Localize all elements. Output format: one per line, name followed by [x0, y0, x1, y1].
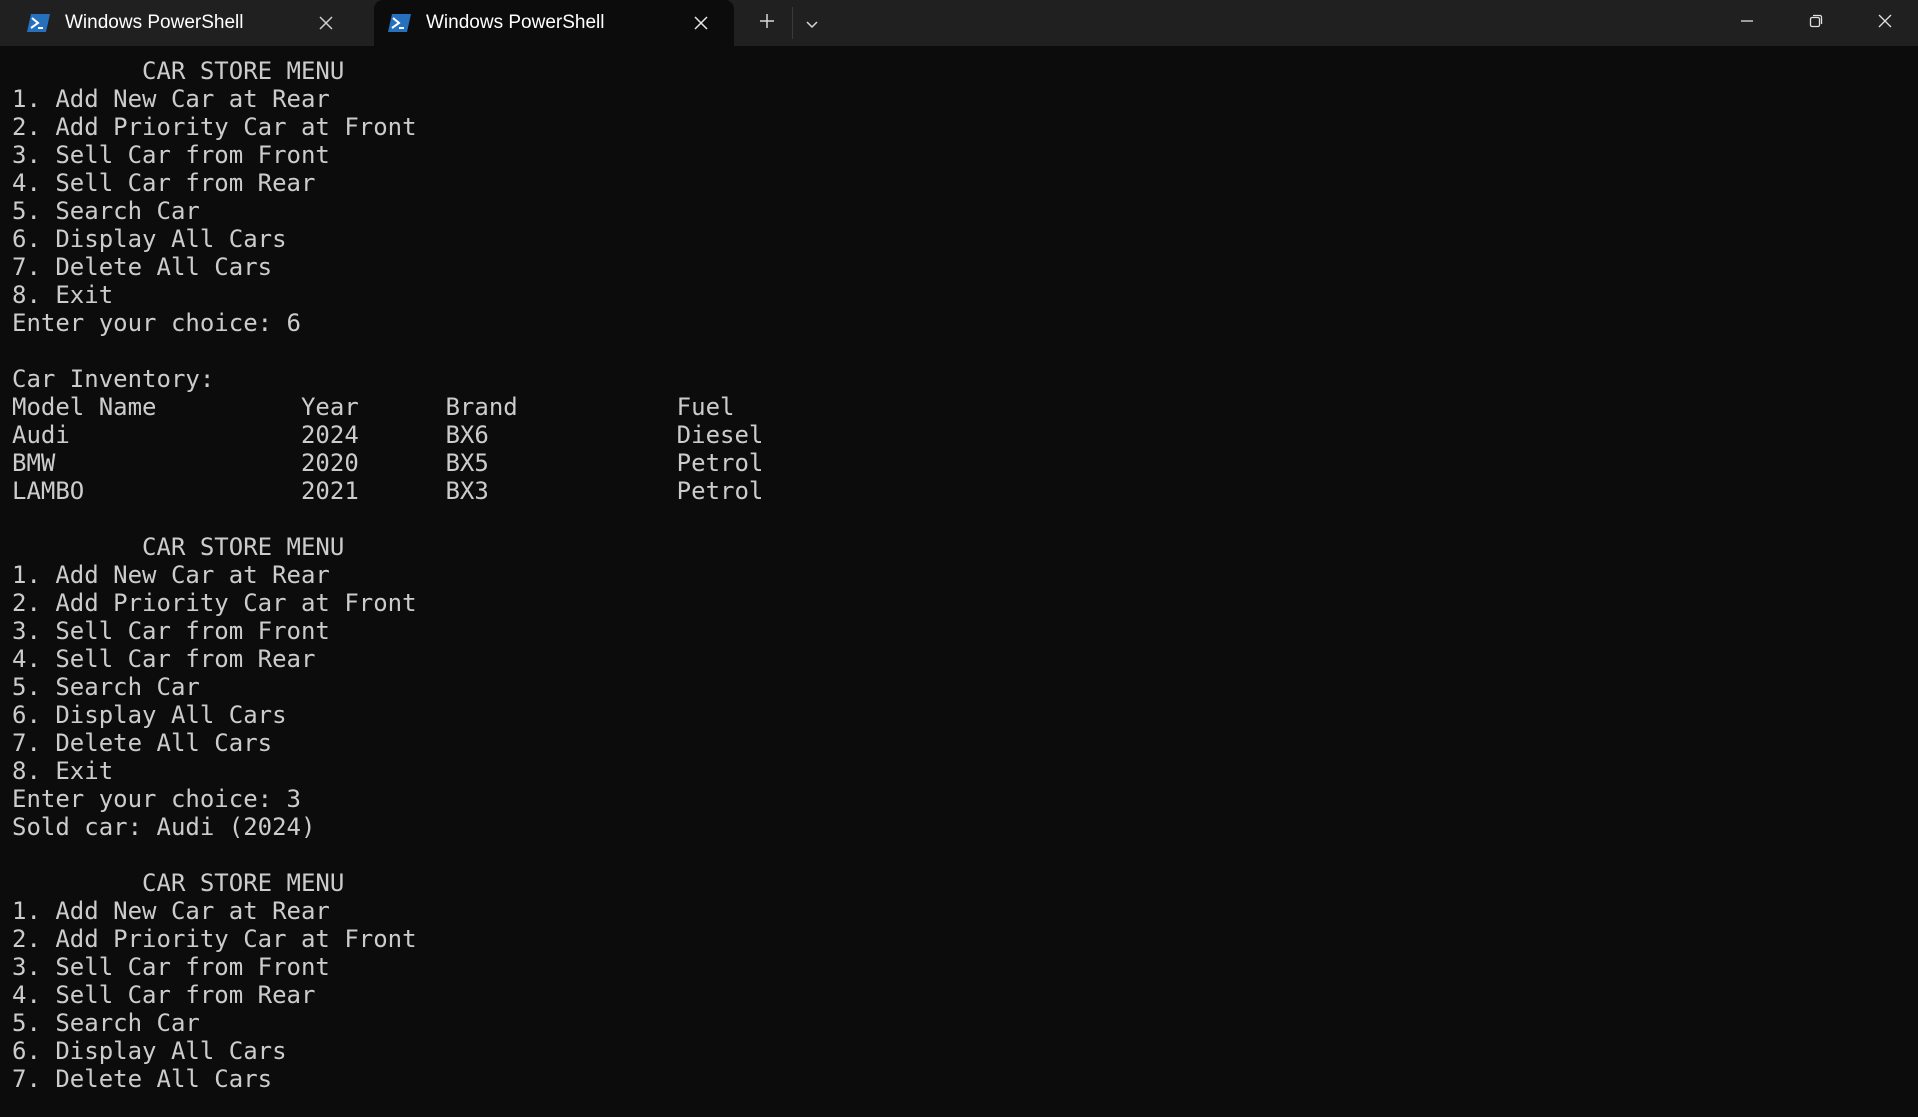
tab-windows-powershell-1[interactable]: Windows PowerShell: [0, 0, 367, 46]
new-tab-button[interactable]: [748, 0, 786, 46]
tab-dropdown-button[interactable]: [795, 0, 829, 46]
terminal-line: 4. Sell Car from Rear: [12, 981, 316, 1009]
terminal-line: 7. Delete All Cars: [12, 1065, 273, 1093]
terminal-text: CAR STORE MENU 1. Add New Car at Rear 2. A…: [12, 57, 763, 1093]
tab-divider: [792, 7, 793, 39]
terminal-line: Enter your choice: 6: [12, 309, 301, 337]
close-tab-icon[interactable]: [315, 12, 337, 34]
restore-icon: [1808, 13, 1824, 33]
terminal-line: Enter your choice: 3: [12, 785, 301, 813]
terminal-line: 7. Delete All Cars: [12, 253, 273, 281]
title-bar: Windows PowerShell Windows PowerShell: [0, 0, 1918, 46]
terminal-line: 3. Sell Car from Front: [12, 953, 330, 981]
powershell-icon: [27, 12, 51, 34]
terminal-line: 1. Add New Car at Rear: [12, 561, 330, 589]
tab-label: Windows PowerShell: [65, 12, 244, 33]
close-icon: [1877, 13, 1893, 33]
terminal-line: 1. Add New Car at Rear: [12, 897, 330, 925]
close-window-button[interactable]: [1853, 0, 1917, 46]
terminal-line: 5. Search Car: [12, 673, 200, 701]
tab-windows-powershell-2[interactable]: Windows PowerShell: [374, 0, 734, 46]
terminal-line: BMW 2020 BX5 Petrol: [12, 449, 764, 477]
terminal-line: 5. Search Car: [12, 197, 200, 225]
terminal-line: 3. Sell Car from Front: [12, 617, 330, 645]
terminal-line: 6. Display All Cars: [12, 701, 287, 729]
terminal-line: Audi 2024 BX6 Diesel: [12, 421, 764, 449]
terminal-line: 4. Sell Car from Rear: [12, 169, 316, 197]
terminal-line: 1. Add New Car at Rear: [12, 85, 330, 113]
terminal-output[interactable]: CAR STORE MENU 1. Add New Car at Rear 2. A…: [0, 46, 1908, 1117]
terminal-line: 6. Display All Cars: [12, 225, 287, 253]
terminal-line: Car Inventory:: [12, 365, 215, 393]
close-tab-icon[interactable]: [690, 12, 712, 34]
terminal-line: 5. Search Car: [12, 1009, 200, 1037]
plus-icon: [759, 13, 775, 33]
terminal-line: 7. Delete All Cars: [12, 729, 273, 757]
restore-button[interactable]: [1784, 0, 1848, 46]
terminal-line: CAR STORE MENU: [12, 57, 345, 85]
minimize-button[interactable]: [1715, 0, 1779, 46]
terminal-line: 3. Sell Car from Front: [12, 141, 330, 169]
chevron-down-icon: [805, 14, 819, 33]
terminal-line: 8. Exit: [12, 281, 114, 309]
tab-label: Windows PowerShell: [426, 12, 605, 33]
terminal-line: LAMBO 2021 BX3 Petrol: [12, 477, 764, 505]
powershell-icon: [388, 12, 412, 34]
terminal-line: 4. Sell Car from Rear: [12, 645, 316, 673]
terminal-line: CAR STORE MENU: [12, 533, 345, 561]
terminal-line: 6. Display All Cars: [12, 1037, 287, 1065]
terminal-line: 2. Add Priority Car at Front: [12, 589, 417, 617]
terminal-line: 2. Add Priority Car at Front: [12, 925, 417, 953]
minimize-icon: [1739, 13, 1755, 33]
terminal-line: Model Name Year Brand Fuel: [12, 393, 735, 421]
terminal-line: CAR STORE MENU: [12, 869, 345, 897]
terminal-line: 2. Add Priority Car at Front: [12, 113, 417, 141]
terminal-line: 8. Exit: [12, 757, 114, 785]
terminal-line: Sold car: Audi (2024): [12, 813, 316, 841]
